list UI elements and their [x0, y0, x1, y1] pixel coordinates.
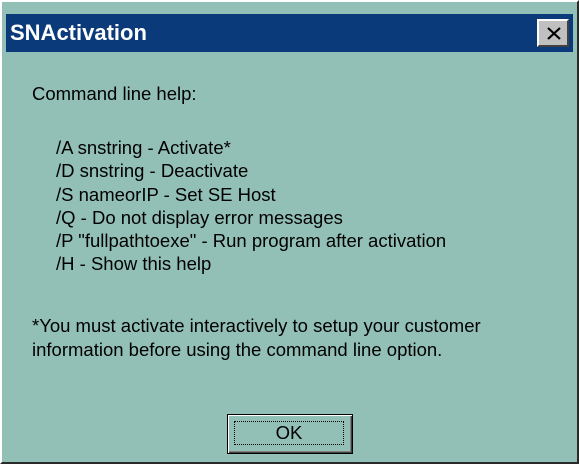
footnote-text: *You must activate interactively to setu… — [32, 315, 481, 360]
title-bar[interactable]: SNActivation — [6, 14, 573, 52]
close-icon — [547, 27, 561, 40]
ok-button-label: OK — [234, 421, 344, 445]
option-help: /H - Show this help — [56, 253, 212, 275]
option-set-host: /S nameorIP - Set SE Host — [56, 183, 276, 205]
option-list: /A snstring - Activate* /D snstring - De… — [56, 136, 446, 276]
option-activate: /A snstring - Activate* — [56, 137, 231, 158]
help-heading: Command line help: — [32, 83, 197, 104]
option-deactivate: /D snstring - Deactivate — [56, 160, 249, 182]
dialog-window: SNActivation Command line help: /A snstr… — [0, 0, 579, 464]
close-button[interactable] — [537, 19, 569, 47]
window-title: SNActivation — [10, 20, 147, 45]
option-run-program: /P "fullpathtoexe" - Run program after a… — [56, 230, 447, 252]
option-quiet: /Q - Do not display error messages — [56, 206, 343, 228]
ok-button[interactable]: OK — [227, 414, 353, 454]
